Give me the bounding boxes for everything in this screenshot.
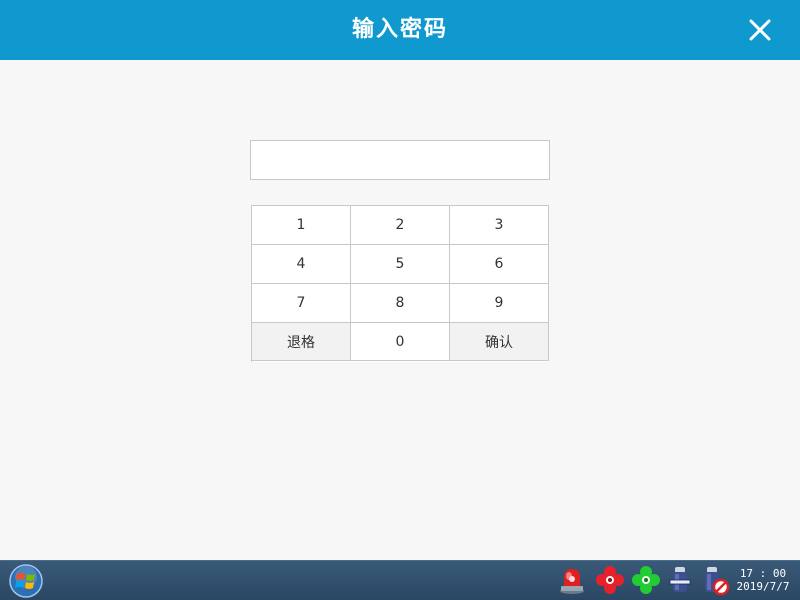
start-button[interactable]: [8, 563, 44, 599]
key-3[interactable]: 3: [450, 206, 549, 245]
confirm-button[interactable]: 确认: [450, 323, 549, 361]
key-1[interactable]: 1: [252, 206, 351, 245]
dialog-title: 输入密码: [351, 17, 448, 42]
windows-start-icon: [9, 564, 43, 598]
key-9[interactable]: 9: [450, 284, 549, 323]
clock-date: 2019/7/7: [736, 580, 790, 593]
green-fan-icon: [632, 566, 660, 594]
numeric-keypad: 1 2 3 4 5 6 7 8 9 退格 0 确认: [251, 205, 549, 362]
backspace-button[interactable]: 退格: [252, 323, 351, 361]
key-2[interactable]: 2: [351, 206, 450, 245]
taskbar: 17 : 00 2019/7/7: [0, 560, 800, 600]
close-button[interactable]: [740, 10, 780, 50]
password-input[interactable]: [250, 140, 550, 180]
taskbar-clock[interactable]: 17 : 00 2019/7/7: [732, 567, 794, 597]
clock-time: 17 : 00: [739, 567, 787, 580]
close-icon: [749, 19, 771, 41]
key-5[interactable]: 5: [351, 245, 450, 284]
cylinder-disabled-icon: [705, 567, 730, 596]
red-fan-icon: [596, 566, 624, 594]
key-0[interactable]: 0: [351, 323, 450, 361]
cylinder-icon: [669, 567, 691, 592]
key-6[interactable]: 6: [450, 245, 549, 284]
key-7[interactable]: 7: [252, 284, 351, 323]
alarm-light-icon: [560, 569, 584, 594]
title-bar: 输入密码: [0, 0, 800, 60]
key-4[interactable]: 4: [252, 245, 351, 284]
key-8[interactable]: 8: [351, 284, 450, 323]
